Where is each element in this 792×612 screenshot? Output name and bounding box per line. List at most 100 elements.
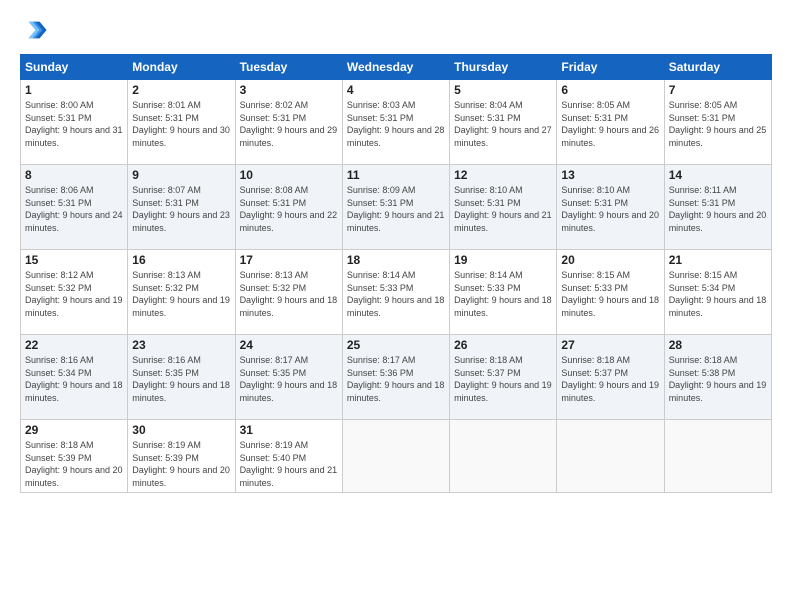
day-number: 29 xyxy=(25,423,123,437)
calendar-cell: 9 Sunrise: 8:07 AM Sunset: 5:31 PM Dayli… xyxy=(128,165,235,250)
calendar-cell xyxy=(342,420,449,493)
day-number: 4 xyxy=(347,83,445,97)
calendar-cell: 13 Sunrise: 8:10 AM Sunset: 5:31 PM Dayl… xyxy=(557,165,664,250)
logo-icon xyxy=(20,16,48,44)
calendar-cell: 3 Sunrise: 8:02 AM Sunset: 5:31 PM Dayli… xyxy=(235,80,342,165)
calendar-cell: 19 Sunrise: 8:14 AM Sunset: 5:33 PM Dayl… xyxy=(450,250,557,335)
calendar-cell: 21 Sunrise: 8:15 AM Sunset: 5:34 PM Dayl… xyxy=(664,250,771,335)
weekday-sunday: Sunday xyxy=(21,55,128,80)
day-number: 22 xyxy=(25,338,123,352)
calendar-cell: 31 Sunrise: 8:19 AM Sunset: 5:40 PM Dayl… xyxy=(235,420,342,493)
day-info: Sunrise: 8:11 AM Sunset: 5:31 PM Dayligh… xyxy=(669,184,767,234)
calendar-cell: 7 Sunrise: 8:05 AM Sunset: 5:31 PM Dayli… xyxy=(664,80,771,165)
day-number: 27 xyxy=(561,338,659,352)
day-number: 30 xyxy=(132,423,230,437)
day-info: Sunrise: 8:14 AM Sunset: 5:33 PM Dayligh… xyxy=(347,269,445,319)
day-info: Sunrise: 8:19 AM Sunset: 5:40 PM Dayligh… xyxy=(240,439,338,489)
day-info: Sunrise: 8:16 AM Sunset: 5:35 PM Dayligh… xyxy=(132,354,230,404)
page: SundayMondayTuesdayWednesdayThursdayFrid… xyxy=(0,0,792,612)
day-info: Sunrise: 8:01 AM Sunset: 5:31 PM Dayligh… xyxy=(132,99,230,149)
calendar-cell: 16 Sunrise: 8:13 AM Sunset: 5:32 PM Dayl… xyxy=(128,250,235,335)
day-number: 23 xyxy=(132,338,230,352)
day-info: Sunrise: 8:19 AM Sunset: 5:39 PM Dayligh… xyxy=(132,439,230,489)
day-info: Sunrise: 8:15 AM Sunset: 5:34 PM Dayligh… xyxy=(669,269,767,319)
day-number: 20 xyxy=(561,253,659,267)
day-info: Sunrise: 8:03 AM Sunset: 5:31 PM Dayligh… xyxy=(347,99,445,149)
calendar-cell: 8 Sunrise: 8:06 AM Sunset: 5:31 PM Dayli… xyxy=(21,165,128,250)
calendar-cell: 1 Sunrise: 8:00 AM Sunset: 5:31 PM Dayli… xyxy=(21,80,128,165)
calendar-cell: 29 Sunrise: 8:18 AM Sunset: 5:39 PM Dayl… xyxy=(21,420,128,493)
calendar-cell: 22 Sunrise: 8:16 AM Sunset: 5:34 PM Dayl… xyxy=(21,335,128,420)
calendar-cell: 27 Sunrise: 8:18 AM Sunset: 5:37 PM Dayl… xyxy=(557,335,664,420)
day-info: Sunrise: 8:05 AM Sunset: 5:31 PM Dayligh… xyxy=(561,99,659,149)
weekday-tuesday: Tuesday xyxy=(235,55,342,80)
day-number: 26 xyxy=(454,338,552,352)
day-number: 14 xyxy=(669,168,767,182)
day-info: Sunrise: 8:00 AM Sunset: 5:31 PM Dayligh… xyxy=(25,99,123,149)
day-info: Sunrise: 8:08 AM Sunset: 5:31 PM Dayligh… xyxy=(240,184,338,234)
weekday-wednesday: Wednesday xyxy=(342,55,449,80)
calendar-cell xyxy=(557,420,664,493)
day-info: Sunrise: 8:18 AM Sunset: 5:37 PM Dayligh… xyxy=(454,354,552,404)
day-info: Sunrise: 8:12 AM Sunset: 5:32 PM Dayligh… xyxy=(25,269,123,319)
day-info: Sunrise: 8:05 AM Sunset: 5:31 PM Dayligh… xyxy=(669,99,767,149)
calendar-cell: 24 Sunrise: 8:17 AM Sunset: 5:35 PM Dayl… xyxy=(235,335,342,420)
day-info: Sunrise: 8:16 AM Sunset: 5:34 PM Dayligh… xyxy=(25,354,123,404)
calendar-cell: 30 Sunrise: 8:19 AM Sunset: 5:39 PM Dayl… xyxy=(128,420,235,493)
calendar-cell: 6 Sunrise: 8:05 AM Sunset: 5:31 PM Dayli… xyxy=(557,80,664,165)
calendar-cell: 25 Sunrise: 8:17 AM Sunset: 5:36 PM Dayl… xyxy=(342,335,449,420)
day-info: Sunrise: 8:15 AM Sunset: 5:33 PM Dayligh… xyxy=(561,269,659,319)
day-info: Sunrise: 8:17 AM Sunset: 5:35 PM Dayligh… xyxy=(240,354,338,404)
logo xyxy=(20,16,50,44)
calendar-cell xyxy=(450,420,557,493)
calendar-cell: 10 Sunrise: 8:08 AM Sunset: 5:31 PM Dayl… xyxy=(235,165,342,250)
calendar-cell: 12 Sunrise: 8:10 AM Sunset: 5:31 PM Dayl… xyxy=(450,165,557,250)
day-info: Sunrise: 8:02 AM Sunset: 5:31 PM Dayligh… xyxy=(240,99,338,149)
calendar: SundayMondayTuesdayWednesdayThursdayFrid… xyxy=(20,54,772,493)
calendar-cell: 17 Sunrise: 8:13 AM Sunset: 5:32 PM Dayl… xyxy=(235,250,342,335)
day-info: Sunrise: 8:09 AM Sunset: 5:31 PM Dayligh… xyxy=(347,184,445,234)
weekday-friday: Friday xyxy=(557,55,664,80)
day-number: 8 xyxy=(25,168,123,182)
day-number: 5 xyxy=(454,83,552,97)
header xyxy=(20,16,772,44)
day-number: 17 xyxy=(240,253,338,267)
day-number: 24 xyxy=(240,338,338,352)
day-number: 6 xyxy=(561,83,659,97)
calendar-cell: 18 Sunrise: 8:14 AM Sunset: 5:33 PM Dayl… xyxy=(342,250,449,335)
day-info: Sunrise: 8:06 AM Sunset: 5:31 PM Dayligh… xyxy=(25,184,123,234)
day-number: 25 xyxy=(347,338,445,352)
calendar-cell: 23 Sunrise: 8:16 AM Sunset: 5:35 PM Dayl… xyxy=(128,335,235,420)
day-info: Sunrise: 8:07 AM Sunset: 5:31 PM Dayligh… xyxy=(132,184,230,234)
day-info: Sunrise: 8:10 AM Sunset: 5:31 PM Dayligh… xyxy=(561,184,659,234)
day-info: Sunrise: 8:14 AM Sunset: 5:33 PM Dayligh… xyxy=(454,269,552,319)
day-number: 9 xyxy=(132,168,230,182)
day-number: 7 xyxy=(669,83,767,97)
day-info: Sunrise: 8:10 AM Sunset: 5:31 PM Dayligh… xyxy=(454,184,552,234)
calendar-body: 1 Sunrise: 8:00 AM Sunset: 5:31 PM Dayli… xyxy=(21,80,772,493)
calendar-cell: 28 Sunrise: 8:18 AM Sunset: 5:38 PM Dayl… xyxy=(664,335,771,420)
day-number: 18 xyxy=(347,253,445,267)
day-info: Sunrise: 8:18 AM Sunset: 5:37 PM Dayligh… xyxy=(561,354,659,404)
day-number: 19 xyxy=(454,253,552,267)
day-info: Sunrise: 8:04 AM Sunset: 5:31 PM Dayligh… xyxy=(454,99,552,149)
calendar-cell: 5 Sunrise: 8:04 AM Sunset: 5:31 PM Dayli… xyxy=(450,80,557,165)
calendar-cell: 14 Sunrise: 8:11 AM Sunset: 5:31 PM Dayl… xyxy=(664,165,771,250)
day-number: 15 xyxy=(25,253,123,267)
day-number: 21 xyxy=(669,253,767,267)
day-number: 1 xyxy=(25,83,123,97)
day-number: 31 xyxy=(240,423,338,437)
day-number: 2 xyxy=(132,83,230,97)
day-number: 13 xyxy=(561,168,659,182)
day-number: 12 xyxy=(454,168,552,182)
day-info: Sunrise: 8:18 AM Sunset: 5:38 PM Dayligh… xyxy=(669,354,767,404)
day-number: 11 xyxy=(347,168,445,182)
weekday-thursday: Thursday xyxy=(450,55,557,80)
day-info: Sunrise: 8:13 AM Sunset: 5:32 PM Dayligh… xyxy=(132,269,230,319)
day-number: 3 xyxy=(240,83,338,97)
calendar-cell: 26 Sunrise: 8:18 AM Sunset: 5:37 PM Dayl… xyxy=(450,335,557,420)
calendar-cell xyxy=(664,420,771,493)
calendar-cell: 15 Sunrise: 8:12 AM Sunset: 5:32 PM Dayl… xyxy=(21,250,128,335)
calendar-cell: 4 Sunrise: 8:03 AM Sunset: 5:31 PM Dayli… xyxy=(342,80,449,165)
day-info: Sunrise: 8:18 AM Sunset: 5:39 PM Dayligh… xyxy=(25,439,123,489)
